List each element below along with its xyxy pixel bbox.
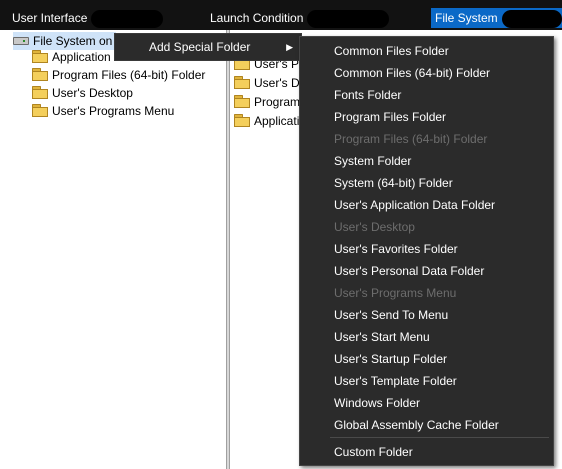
tree-item-users-desktop[interactable]: User's Desktop bbox=[32, 84, 133, 102]
list-item[interactable]: Program bbox=[234, 93, 300, 111]
menu-item-users-personal-data-folder[interactable]: User's Personal Data Folder bbox=[334, 260, 484, 282]
tab-label: User Interface bbox=[12, 11, 88, 25]
menu-item-users-application-data-folder[interactable]: User's Application Data Folder bbox=[334, 194, 495, 216]
menu-item-global-assembly-cache-folder[interactable]: Global Assembly Cache Folder bbox=[334, 414, 499, 436]
menu-item-fonts-folder[interactable]: Fonts Folder bbox=[334, 84, 401, 106]
special-folder-submenu: Common Files Folder Common Files (64-bit… bbox=[299, 36, 554, 466]
list-item[interactable]: User's De bbox=[234, 74, 306, 92]
submenu-arrow-icon: ▶ bbox=[286, 42, 293, 52]
menu-separator bbox=[330, 437, 549, 438]
folder-icon bbox=[234, 114, 250, 127]
drive-icon bbox=[13, 34, 29, 46]
redacted-region bbox=[91, 9, 164, 28]
menu-item-users-start-menu[interactable]: User's Start Menu bbox=[334, 326, 430, 348]
tab-label: File System bbox=[435, 11, 498, 25]
tree-item-label: Program Files (64-bit) Folder bbox=[52, 68, 206, 82]
context-menu: Add Special Folder ▶ bbox=[114, 33, 302, 61]
list-item[interactable]: Applicati bbox=[234, 112, 299, 130]
redacted-region bbox=[307, 9, 390, 28]
list-item-label: Applicati bbox=[254, 114, 300, 128]
folder-icon bbox=[32, 68, 48, 81]
tree-item-users-programs-menu[interactable]: User's Programs Menu bbox=[32, 102, 174, 120]
tab-user-interface[interactable]: User Interface bbox=[12, 8, 164, 28]
menu-item-windows-folder[interactable]: Windows Folder bbox=[334, 392, 420, 414]
menu-item-common-files-folder[interactable]: Common Files Folder bbox=[334, 40, 449, 62]
folder-icon bbox=[32, 104, 48, 117]
menu-item-system-folder[interactable]: System Folder bbox=[334, 150, 411, 172]
tree-root-label: File System on bbox=[33, 34, 113, 48]
folder-icon bbox=[234, 95, 250, 108]
list-item-label: Program bbox=[254, 95, 301, 109]
tab-label: Launch Condition bbox=[210, 11, 304, 25]
menu-item-program-files-64-folder: Program Files (64-bit) Folder bbox=[334, 132, 488, 146]
folder-icon bbox=[32, 86, 48, 99]
redacted-region bbox=[501, 9, 562, 28]
menu-item-program-files-folder[interactable]: Program Files Folder bbox=[334, 106, 446, 128]
menu-item-users-template-folder[interactable]: User's Template Folder bbox=[334, 370, 457, 392]
designer-tab-bar: User Interface Launch Condition File Sys… bbox=[0, 0, 562, 30]
menu-item-users-programs-menu: User's Programs Menu bbox=[334, 286, 457, 300]
tab-launch-condition[interactable]: Launch Condition bbox=[210, 8, 390, 28]
menu-item-system-64-folder[interactable]: System (64-bit) Folder bbox=[334, 172, 453, 194]
menu-item-common-files-64-folder[interactable]: Common Files (64-bit) Folder bbox=[334, 62, 490, 84]
menu-item-custom-folder[interactable]: Custom Folder bbox=[334, 441, 413, 463]
tree-item-label: User's Desktop bbox=[52, 86, 133, 100]
menu-item-users-startup-folder[interactable]: User's Startup Folder bbox=[334, 348, 447, 370]
folder-icon bbox=[234, 76, 250, 89]
tab-file-system[interactable]: File System bbox=[431, 8, 562, 28]
menu-item-users-desktop: User's Desktop bbox=[334, 220, 415, 234]
menu-item-users-favorites-folder[interactable]: User's Favorites Folder bbox=[334, 238, 458, 260]
menu-item-users-send-to-menu[interactable]: User's Send To Menu bbox=[334, 304, 448, 326]
folder-icon bbox=[32, 50, 48, 63]
tree-item-label: User's Programs Menu bbox=[52, 104, 175, 118]
tree-item-program-files-64[interactable]: Program Files (64-bit) Folder bbox=[32, 66, 205, 84]
menu-item-add-special-folder[interactable]: Add Special Folder bbox=[149, 34, 250, 60]
